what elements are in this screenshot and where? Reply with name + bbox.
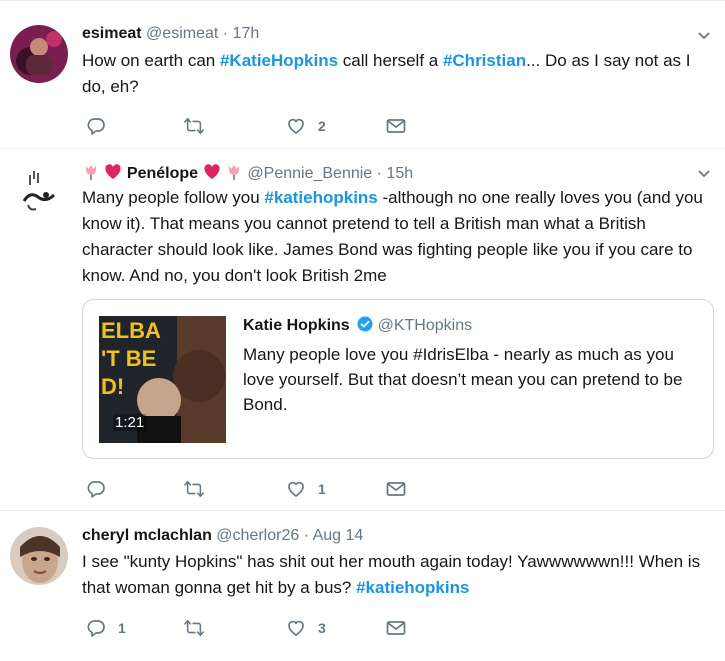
reply-count: 1	[118, 620, 126, 636]
text-segment: call herself a	[338, 51, 443, 70]
tweet-header: Penélope @Pennie_Bennie · 15h	[82, 163, 413, 183]
heart-outline-icon	[288, 118, 304, 134]
user-handle[interactable]: @esimeat	[146, 25, 218, 42]
avatar[interactable]	[10, 161, 68, 219]
direct-message-button[interactable]	[386, 115, 406, 137]
tulip-icon	[86, 165, 96, 180]
separator-dot: ·	[303, 527, 310, 544]
tweet[interactable]: Penélope @Pennie_Bennie · 15h Many peopl…	[0, 149, 725, 511]
envelope-icon	[386, 482, 406, 496]
like-button[interactable]: 1	[286, 478, 326, 500]
like-count: 2	[318, 118, 326, 134]
tweet[interactable]: cheryl mclachlan @cherlor26 · Aug 14 I s…	[0, 511, 725, 661]
tweet[interactable]: esimeat @esimeat · 17h How on earth can …	[0, 1, 725, 149]
like-count: 3	[318, 620, 326, 636]
chevron-down-icon[interactable]	[697, 29, 711, 43]
retweet-icon	[184, 619, 204, 637]
media-caption-line: 'T BE	[101, 346, 156, 371]
tulip-icon	[228, 165, 239, 180]
like-button[interactable]: 2	[286, 115, 326, 137]
hashtag-link[interactable]: #Christian	[443, 51, 526, 70]
user-handle[interactable]: @cherlor26	[216, 527, 299, 544]
envelope-icon	[386, 119, 406, 133]
tweet-header: esimeat @esimeat · 17h	[82, 25, 259, 43]
timestamp[interactable]: Aug 14	[313, 527, 364, 544]
reply-icon	[87, 481, 105, 498]
tweet-text: Many people follow you #katiehopkins -al…	[82, 185, 712, 289]
separator-dot: ·	[376, 165, 382, 182]
tweet-feed: esimeat @esimeat · 17h How on earth can …	[0, 0, 725, 661]
hashtag-link[interactable]: #katiehopkins	[264, 188, 377, 207]
timestamp[interactable]: 17h	[233, 25, 260, 42]
avatar[interactable]	[10, 25, 68, 83]
retweet-icon	[184, 117, 204, 135]
media-caption-line: ELBA	[101, 318, 161, 343]
chevron-down-icon[interactable]	[697, 167, 711, 181]
tweet-actions: 1	[86, 478, 416, 500]
quoted-tweet-text: Many people love you #IdrisElba - nearly…	[243, 345, 683, 414]
video-thumbnail[interactable]: ELBA 'T BE D! 1:21	[99, 316, 226, 443]
envelope-icon	[386, 621, 406, 635]
display-name[interactable]: cheryl mclachlan	[82, 527, 212, 544]
video-duration: 1:21	[113, 414, 147, 431]
tweet-actions: 1 3	[86, 617, 416, 639]
tweet-actions: 2	[86, 115, 416, 137]
timestamp[interactable]: 15h	[386, 165, 413, 182]
media-caption-line: D!	[101, 374, 124, 399]
quoted-user-handle[interactable]: @KTHopkins	[378, 317, 473, 334]
retweet-icon	[184, 480, 204, 498]
hashtag-link[interactable]: #katiehopkins	[356, 578, 469, 597]
retweet-button[interactable]	[184, 115, 204, 137]
verified-badge-icon	[357, 316, 373, 332]
quoted-display-name[interactable]: Katie Hopkins	[243, 317, 350, 334]
direct-message-button[interactable]	[386, 478, 406, 500]
separator-dot: ·	[222, 25, 229, 42]
retweet-button[interactable]	[184, 478, 204, 500]
reply-icon	[87, 620, 105, 637]
quoted-tweet-header: Katie Hopkins @KTHopkins	[243, 316, 472, 335]
text-segment: How on earth can	[82, 51, 220, 70]
like-count: 1	[318, 481, 326, 497]
reply-button[interactable]: 1	[86, 617, 126, 639]
reply-button[interactable]	[86, 478, 106, 500]
tweet-text: How on earth can #KatieHopkins call hers…	[82, 48, 712, 100]
display-name[interactable]: Penélope	[127, 165, 198, 182]
user-handle[interactable]: @Pennie_Bennie	[247, 165, 372, 182]
heart-icon	[105, 164, 122, 179]
tweet-header: cheryl mclachlan @cherlor26 · Aug 14	[82, 527, 363, 545]
heart-outline-icon	[288, 481, 304, 497]
avatar[interactable]	[10, 527, 68, 585]
text-segment: Many people follow you	[82, 188, 265, 207]
retweet-button[interactable]	[184, 617, 204, 639]
heart-outline-icon	[288, 620, 304, 636]
tweet-text: I see "kunty Hopkins" has shit out her m…	[82, 549, 712, 601]
display-name[interactable]: esimeat	[82, 25, 142, 42]
reply-button[interactable]	[86, 115, 106, 137]
quoted-tweet[interactable]: ELBA 'T BE D! 1:21 Katie Hopkins @KTHopk…	[82, 299, 714, 459]
heart-icon	[203, 164, 220, 179]
hashtag-link[interactable]: #KatieHopkins	[220, 51, 338, 70]
like-button[interactable]: 3	[286, 617, 326, 639]
reply-icon	[87, 118, 105, 135]
direct-message-button[interactable]	[386, 617, 406, 639]
